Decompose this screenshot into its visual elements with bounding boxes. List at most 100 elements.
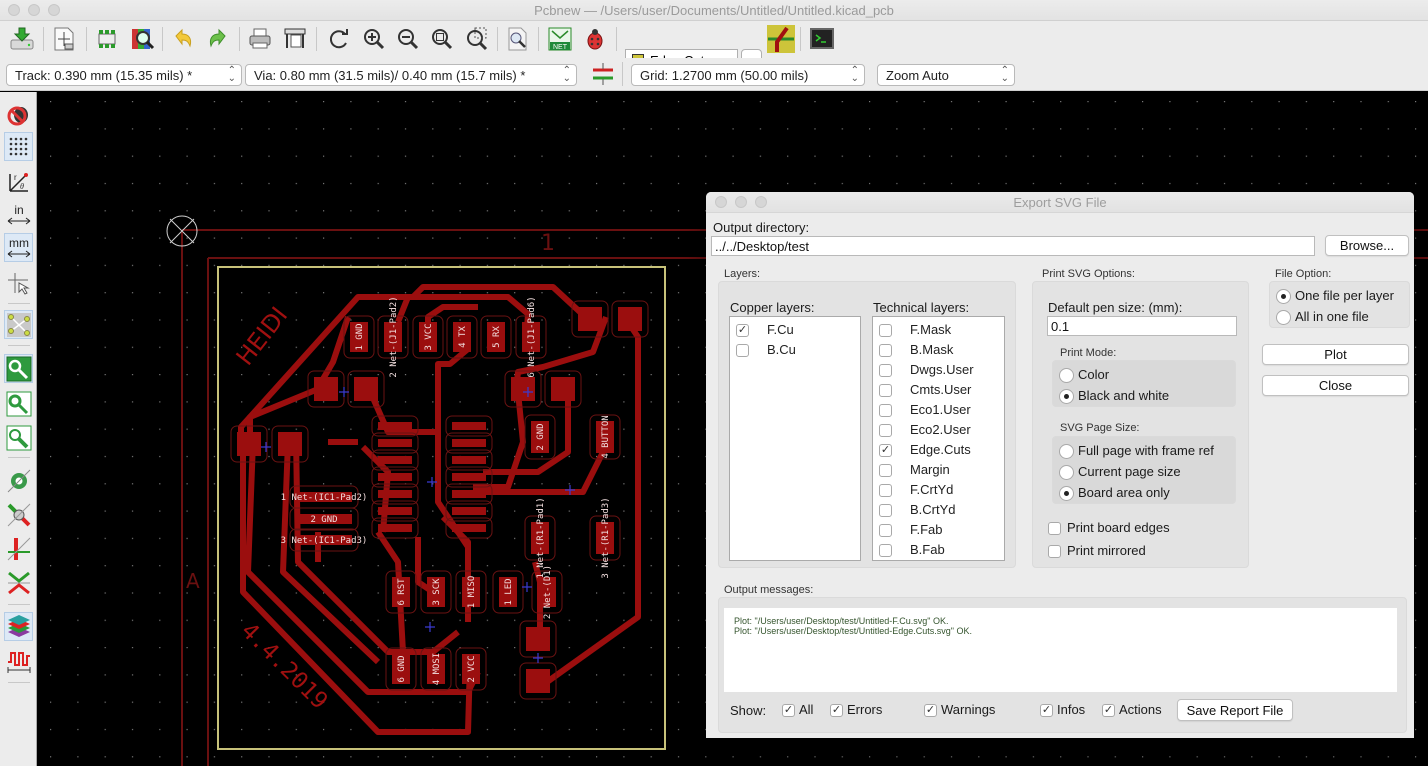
units-mm-icon[interactable]: mm xyxy=(4,233,33,262)
file-option-option[interactable]: One file per layer xyxy=(1276,288,1428,306)
print-mode-option[interactable]: Black and white xyxy=(1059,388,1229,406)
show-filter-checkbox[interactable]: ✓ xyxy=(830,704,843,717)
show-filter-checkbox[interactable]: ✓ xyxy=(1040,704,1053,717)
footprint-library-browser-icon[interactable] xyxy=(128,25,156,53)
show-filter-checkbox[interactable]: ✓ xyxy=(782,704,795,717)
layer-checkbox[interactable]: ✓ xyxy=(736,324,749,337)
polar-coords-icon[interactable]: rθ xyxy=(4,167,33,196)
file-option-radio[interactable] xyxy=(1276,310,1291,325)
print-board-edges-option[interactable]: Print board edges xyxy=(1048,520,1228,538)
route-mode-icon[interactable] xyxy=(767,25,795,53)
layer-item-cmts-user[interactable]: Cmts.User xyxy=(873,381,1004,401)
zoom-fit-icon[interactable] xyxy=(428,25,456,53)
file-option-radio[interactable] xyxy=(1276,289,1291,304)
layer-checkbox[interactable] xyxy=(879,464,892,477)
page-size-radio[interactable] xyxy=(1059,465,1074,480)
drc-off-icon[interactable] xyxy=(4,99,33,128)
print-mirrored-checkbox[interactable] xyxy=(1048,545,1061,558)
layer-checkbox[interactable] xyxy=(879,384,892,397)
layer-item-f-cu[interactable]: ✓ F.Cu xyxy=(730,321,860,341)
layer-checkbox[interactable] xyxy=(879,424,892,437)
grid-toggle-icon[interactable] xyxy=(4,132,33,161)
print-board-edges-checkbox[interactable] xyxy=(1048,522,1061,535)
layer-checkbox[interactable] xyxy=(879,484,892,497)
save-report-button[interactable]: Save Report File xyxy=(1177,699,1293,721)
layer-item-eco1-user[interactable]: Eco1.User xyxy=(873,401,1004,421)
page-size-radio[interactable] xyxy=(1059,444,1074,459)
python-console-icon[interactable] xyxy=(808,25,836,53)
show-filter-checkbox[interactable]: ✓ xyxy=(924,704,937,717)
show-filter-warnings[interactable]: ✓ Warnings xyxy=(924,702,1004,720)
print-mirrored-option[interactable]: Print mirrored xyxy=(1048,543,1228,561)
layer-item-eco2-user[interactable]: Eco2.User xyxy=(873,421,1004,441)
zone-display-icon[interactable] xyxy=(4,466,33,495)
full-crosshair-icon[interactable] xyxy=(4,268,33,297)
via-fill-icon[interactable] xyxy=(4,389,33,418)
layer-item-f-fab[interactable]: F.Fab xyxy=(873,521,1004,541)
save-board-icon[interactable] xyxy=(8,25,36,53)
layer-checkbox[interactable] xyxy=(736,344,749,357)
layer-checkbox[interactable] xyxy=(879,504,892,517)
output-directory-input[interactable]: ../../Desktop/test xyxy=(711,236,1315,256)
layer-checkbox[interactable] xyxy=(879,544,892,557)
find-icon[interactable] xyxy=(503,25,531,53)
browse-button[interactable]: Browse... xyxy=(1325,235,1409,256)
file-option-option[interactable]: All in one file xyxy=(1276,309,1428,327)
layer-checkbox[interactable] xyxy=(879,324,892,337)
via-size-select[interactable]: Via: 0.80 mm (31.5 mils)/ 0.40 mm (15.7 … xyxy=(245,64,577,86)
page-size-option[interactable]: Full page with frame ref xyxy=(1059,443,1229,461)
page-settings-icon[interactable] xyxy=(50,25,78,53)
plot-icon[interactable] xyxy=(281,25,309,53)
layer-item-edge-cuts[interactable]: ✓ Edge.Cuts xyxy=(873,441,1004,461)
layer-item-f-mask[interactable]: F.Mask xyxy=(873,321,1004,341)
drc-bug-icon[interactable] xyxy=(581,25,609,53)
layer-checkbox[interactable] xyxy=(879,404,892,417)
track-fill-icon[interactable] xyxy=(4,423,33,452)
print-mode-radio[interactable] xyxy=(1059,389,1074,404)
show-filter-errors[interactable]: ✓ Errors xyxy=(830,702,910,720)
undo-icon[interactable] xyxy=(169,25,197,53)
grid-select[interactable]: Grid: 1.2700 mm (50.00 mils) ⌃ ⌄ xyxy=(631,64,865,86)
zoom-select[interactable]: Zoom Auto ⌃ ⌄ xyxy=(877,64,1015,86)
layer-item-b-fab[interactable]: B.Fab xyxy=(873,541,1004,561)
layer-item-b-cu[interactable]: B.Cu xyxy=(730,341,860,361)
print-mode-radio[interactable] xyxy=(1059,368,1074,383)
layer-item-b-mask[interactable]: B.Mask xyxy=(873,341,1004,361)
high-contrast-icon[interactable] xyxy=(4,534,33,563)
zoom-selection-icon[interactable] xyxy=(463,25,491,53)
print-mode-option[interactable]: Color xyxy=(1059,367,1229,385)
netlist-icon[interactable]: NET xyxy=(546,25,574,53)
redo-icon[interactable] xyxy=(204,25,232,53)
layer-checkbox[interactable] xyxy=(879,344,892,357)
redraw-icon[interactable] xyxy=(325,25,353,53)
plot-button[interactable]: Plot xyxy=(1262,344,1409,365)
pad-fill-icon[interactable] xyxy=(4,354,33,383)
page-size-option[interactable]: Current page size xyxy=(1059,464,1229,482)
layer-checkbox[interactable]: ✓ xyxy=(879,444,892,457)
pen-size-input[interactable]: 0.1 xyxy=(1047,316,1237,336)
layer-item-margin[interactable]: Margin xyxy=(873,461,1004,481)
layer-item-b-crtyd[interactable]: B.CrtYd xyxy=(873,501,1004,521)
ratsnest-icon[interactable] xyxy=(4,310,33,339)
show-filter-actions[interactable]: ✓ Actions xyxy=(1102,702,1182,720)
page-size-option[interactable]: Board area only xyxy=(1059,485,1229,503)
page-size-radio[interactable] xyxy=(1059,486,1074,501)
close-button[interactable]: Close xyxy=(1262,375,1409,396)
show-filter-checkbox[interactable]: ✓ xyxy=(1102,704,1115,717)
microwave-tools-icon[interactable] xyxy=(4,646,33,675)
track-width-select[interactable]: Track: 0.390 mm (15.35 mils) * ⌃ ⌄ xyxy=(6,64,242,86)
layer-item-f-crtyd[interactable]: F.CrtYd xyxy=(873,481,1004,501)
zoom-out-icon[interactable] xyxy=(394,25,422,53)
print-icon[interactable] xyxy=(246,25,274,53)
units-inches-icon[interactable]: in xyxy=(4,200,33,229)
zoom-in-icon[interactable] xyxy=(360,25,388,53)
layer-checkbox[interactable] xyxy=(879,524,892,537)
layer-checkbox[interactable] xyxy=(879,364,892,377)
footprint-editor-icon[interactable] xyxy=(93,25,121,53)
layer-item-dwgs-user[interactable]: Dwgs.User xyxy=(873,361,1004,381)
layers-manager-icon[interactable] xyxy=(4,612,33,641)
output-messages-box[interactable]: Plot: "/Users/user/Desktop/test/Untitled… xyxy=(724,608,1397,692)
zone-outline-icon[interactable] xyxy=(4,500,33,529)
track-cleanup-icon[interactable] xyxy=(4,568,33,597)
auto-track-width-icon[interactable] xyxy=(589,60,617,88)
